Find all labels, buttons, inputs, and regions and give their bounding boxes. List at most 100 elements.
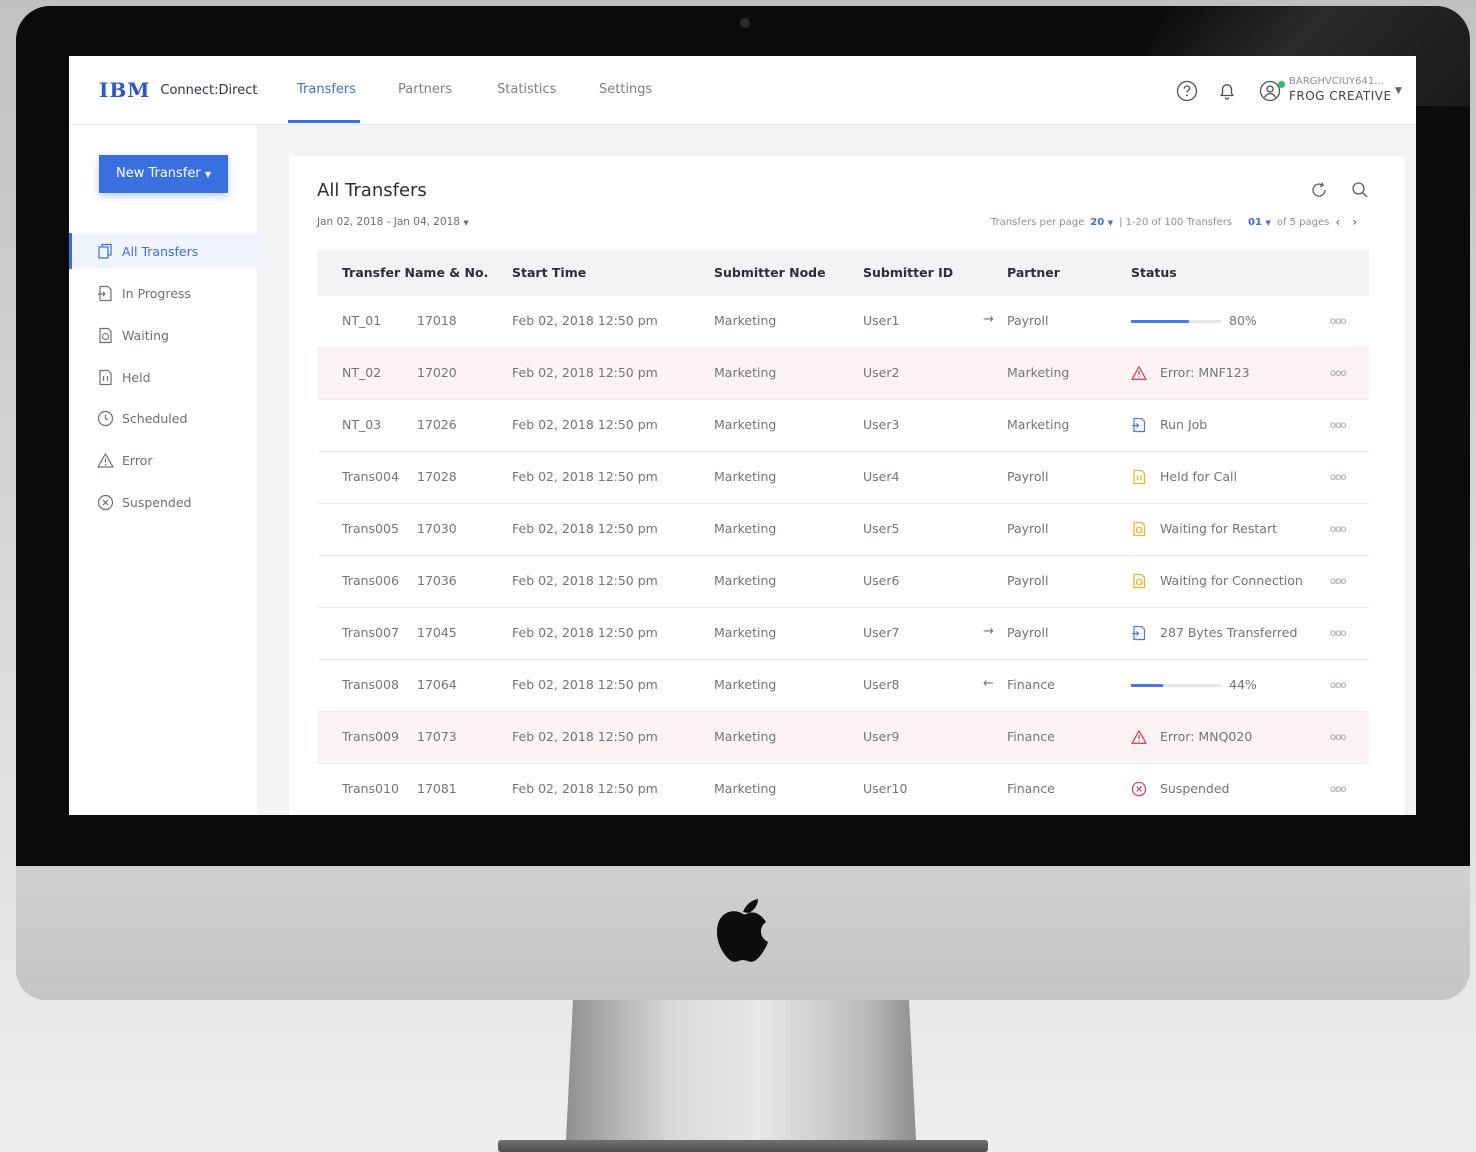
status-text: Waiting for Restart: [1160, 521, 1277, 536]
transfers-card: All Transfers Jan 02, 2018 - Jan 04, 201…: [289, 156, 1405, 815]
suspended-icon: [1131, 781, 1147, 797]
per-page-select[interactable]: 20 ▼: [1090, 217, 1113, 228]
sidebar-item-suspended[interactable]: Suspended: [69, 484, 257, 520]
next-page-icon[interactable]: ›: [1352, 215, 1357, 229]
table-row[interactable]: Trans006 17036 Feb 02, 2018 12:50 pm Market…: [317, 556, 1369, 608]
sidebar-item-waiting[interactable]: Waiting: [69, 317, 257, 353]
sidebar-item-scheduled[interactable]: Scheduled: [69, 400, 257, 436]
sidebar-item-error[interactable]: Error: [69, 442, 257, 478]
sidebar-item-held[interactable]: Held: [69, 359, 257, 395]
status-text: Run Job: [1160, 417, 1208, 432]
transfer-number: 17045: [417, 625, 457, 640]
submitter-node: Marketing: [714, 365, 777, 380]
column-header-submitter-id[interactable]: Submitter ID: [863, 265, 953, 280]
more-options-icon[interactable]: ooo: [1330, 472, 1346, 483]
user-menu-caret-icon[interactable]: ▼: [1395, 86, 1402, 96]
column-header-partner[interactable]: Partner: [1007, 265, 1060, 280]
tab-transfers[interactable]: Transfers: [297, 82, 356, 97]
more-options-icon[interactable]: ooo: [1330, 420, 1346, 431]
table-header: Transfer Name & No. Start Time Submitter…: [317, 250, 1369, 296]
transfer-name: NT_01: [342, 313, 382, 328]
column-header-status[interactable]: Status: [1131, 265, 1177, 280]
table-row[interactable]: Trans005 17030 Feb 02, 2018 12:50 pm Market…: [317, 504, 1369, 556]
waiting-doc-icon: [99, 327, 112, 343]
per-page-label: Transfers per page: [990, 216, 1085, 228]
partner: Finance: [1007, 677, 1055, 692]
partner: Marketing: [1007, 417, 1070, 432]
start-time: Feb 02, 2018 12:50 pm: [512, 573, 658, 588]
table-row[interactable]: NT_03 17026 Feb 02, 2018 12:50 pm Marketing…: [317, 400, 1369, 452]
bell-icon[interactable]: [1216, 80, 1238, 102]
sidebar-item-all-transfers[interactable]: All Transfers: [69, 233, 260, 269]
partner: Finance: [1007, 729, 1055, 744]
sidebar-item-label: Error: [122, 452, 153, 468]
table-row[interactable]: NT_01 17018 Feb 02, 2018 12:50 pm Marketing…: [317, 296, 1369, 348]
start-time: Feb 02, 2018 12:50 pm: [512, 469, 658, 484]
tab-settings[interactable]: Settings: [599, 82, 652, 97]
table-row[interactable]: Trans009 17073 Feb 02, 2018 12:50 pm Market…: [317, 712, 1369, 764]
status-text: Error: MNQ020: [1160, 729, 1253, 744]
submitter-id: User10: [863, 781, 908, 796]
table-body: NT_01 17018 Feb 02, 2018 12:50 pm Marketing…: [317, 296, 1369, 815]
progress-fill: [1131, 320, 1189, 323]
submitter-node: Marketing: [714, 781, 777, 796]
submitter-id: User6: [863, 573, 900, 588]
date-range-picker[interactable]: Jan 02, 2018 - Jan 04, 2018 ▼: [317, 216, 469, 228]
sidebar-item-label: Scheduled: [122, 410, 188, 426]
table-row[interactable]: Trans010 17081 Feb 02, 2018 12:50 pm Market…: [317, 764, 1369, 815]
camera: [740, 18, 750, 28]
waiting-doc-icon: [1131, 521, 1147, 537]
user-menu[interactable]: BARGHVCIUY641... FROG CREATIVE: [1289, 76, 1392, 103]
table-row[interactable]: Trans004 17028 Feb 02, 2018 12:50 pm Market…: [317, 452, 1369, 504]
new-transfer-button[interactable]: New Transfer ▼: [99, 155, 228, 193]
start-time: Feb 02, 2018 12:50 pm: [512, 521, 658, 536]
more-options-icon[interactable]: ooo: [1330, 680, 1346, 691]
help-icon[interactable]: [1176, 80, 1198, 102]
brand[interactable]: IBM Connect:Direct: [99, 78, 257, 102]
status-text: Error: MNF123: [1160, 365, 1250, 380]
tab-partners[interactable]: Partners: [398, 82, 452, 97]
caret-down-icon: ▼: [1107, 218, 1114, 227]
date-range-label: Jan 02, 2018 - Jan 04, 2018: [317, 216, 461, 228]
start-time: Feb 02, 2018 12:50 pm: [512, 625, 658, 640]
held-doc-icon: [1131, 469, 1147, 485]
sidebar-item-label: In Progress: [122, 285, 191, 301]
submitter-node: Marketing: [714, 573, 777, 588]
column-header-start-time[interactable]: Start Time: [512, 265, 586, 280]
page-select[interactable]: 01 ▼: [1248, 217, 1271, 228]
page-title: All Transfers: [317, 180, 427, 201]
submitter-id: User7: [863, 625, 900, 640]
more-options-icon[interactable]: ooo: [1330, 524, 1346, 535]
submitter-id: User5: [863, 521, 900, 536]
column-header-name[interactable]: Transfer Name & No.: [342, 265, 488, 280]
partner: Marketing: [1007, 365, 1070, 380]
transfer-name: Trans004: [342, 469, 399, 484]
more-options-icon[interactable]: ooo: [1330, 368, 1346, 379]
pagination: Transfers per page 20 ▼ | 1-20 of 100 Tr…: [991, 215, 1357, 229]
table-row[interactable]: Trans008 17064 Feb 02, 2018 12:50 pm Market…: [317, 660, 1369, 712]
table-row[interactable]: Trans007 17045 Feb 02, 2018 12:50 pm Market…: [317, 608, 1369, 660]
more-options-icon[interactable]: ooo: [1330, 576, 1346, 587]
more-options-icon[interactable]: ooo: [1330, 784, 1346, 795]
tab-statistics[interactable]: Statistics: [497, 82, 556, 97]
transfer-number: 17030: [417, 521, 457, 536]
held-doc-icon: [99, 369, 112, 385]
sidebar-item-label: All Transfers: [122, 243, 199, 259]
table-row[interactable]: NT_02 17020 Feb 02, 2018 12:50 pm Marketing…: [317, 348, 1369, 400]
more-options-icon[interactable]: ooo: [1330, 316, 1346, 327]
refresh-icon[interactable]: [1309, 180, 1329, 200]
prev-page-icon[interactable]: ‹: [1335, 215, 1340, 229]
caret-down-icon: ▼: [204, 170, 212, 179]
partner: Payroll: [1007, 313, 1049, 328]
search-icon[interactable]: [1350, 180, 1370, 200]
more-options-icon[interactable]: ooo: [1330, 732, 1346, 743]
transfer-number: 17020: [417, 365, 457, 380]
monitor-stand-base: [498, 1140, 988, 1152]
more-options-icon[interactable]: ooo: [1330, 628, 1346, 639]
transfer-doc-icon: [98, 285, 112, 301]
sidebar-item-in-progress[interactable]: In Progress: [69, 275, 257, 311]
arrow-left-icon: ←: [983, 676, 994, 691]
transfer-count-summary: | 1-20 of 100 Transfers: [1119, 216, 1233, 228]
column-header-submitter-node[interactable]: Submitter Node: [714, 265, 826, 280]
start-time: Feb 02, 2018 12:50 pm: [512, 313, 658, 328]
